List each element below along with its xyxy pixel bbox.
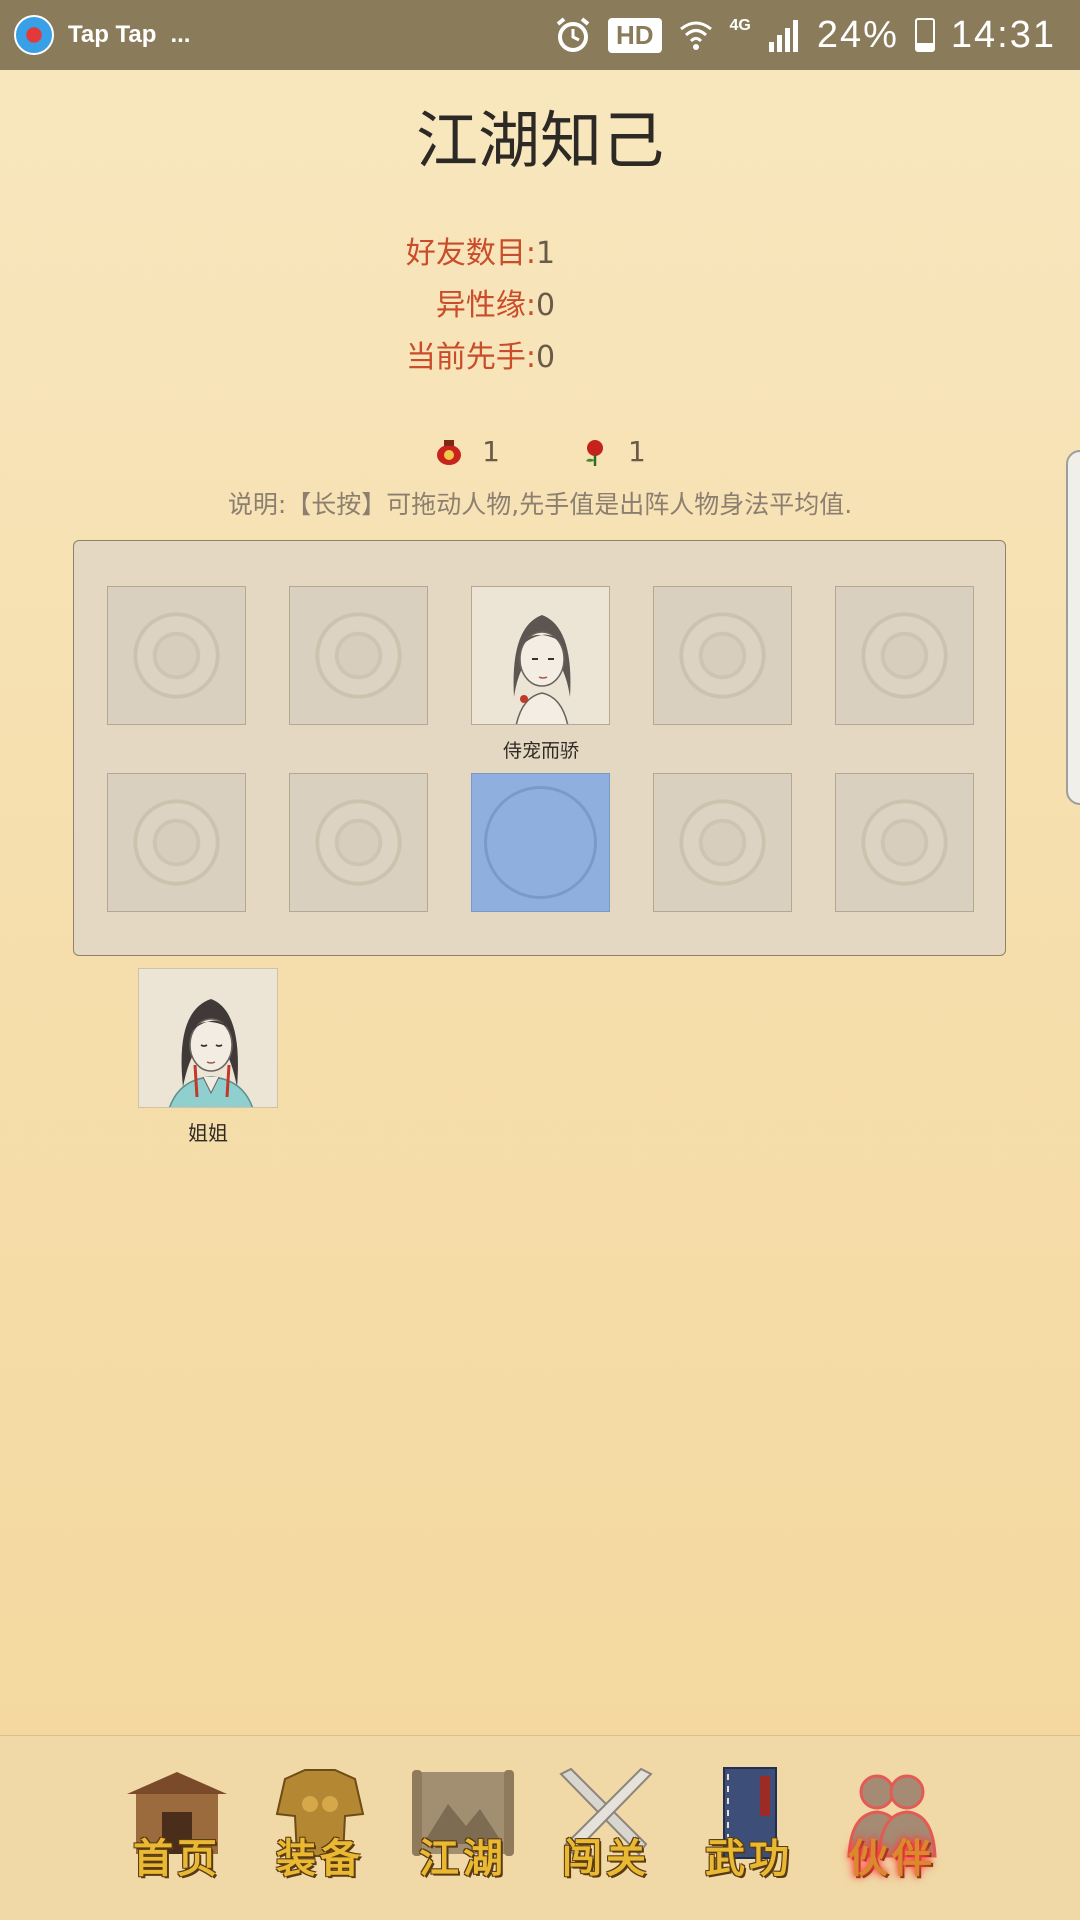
- nav-item-martial-arts[interactable]: 武功: [684, 1764, 814, 1894]
- reserve-character-card[interactable]: [138, 968, 278, 1108]
- side-drawer-handle[interactable]: [1066, 450, 1080, 805]
- status-app-name: Tap Tap: [68, 21, 157, 48]
- character-name: 侍宠而骄: [502, 740, 579, 762]
- nav-item-jianghu[interactable]: 江湖: [398, 1764, 528, 1894]
- stats-panel: 好友数目: 1 异性缘: 0 当前先手: 0: [300, 230, 780, 386]
- nav-label: 伙伴: [848, 1835, 936, 1882]
- formation-slot[interactable]: [107, 586, 246, 725]
- stat-label: 异性缘:: [435, 288, 536, 323]
- status-bar: Tap Tap ... HD 4G 24% 14:31: [0, 0, 1080, 70]
- bottom-nav: 首页 装备 江湖 闯关 武功 伙伴: [0, 1735, 1080, 1920]
- clock: 14:31: [950, 13, 1056, 56]
- nav-label: 首页: [133, 1835, 221, 1882]
- resources-bar: 1 1: [0, 435, 1080, 468]
- instruction-text: 说明:【长按】可拖动人物,先手值是出阵人物身法平均值.: [227, 490, 853, 519]
- signal-icon: [768, 20, 798, 52]
- stat-label: 当前先手:: [405, 340, 536, 375]
- wifi-icon: [679, 21, 712, 50]
- nav-label: 闯关: [562, 1835, 650, 1882]
- formation-slot[interactable]: [289, 773, 428, 912]
- character-portrait: [139, 969, 277, 1107]
- stat-friend-count: 好友数目: 1: [300, 230, 780, 282]
- rose-count: 1: [628, 435, 646, 468]
- formation-panel: 侍宠而骄: [73, 540, 1006, 956]
- hd-badge: HD: [607, 17, 662, 53]
- stat-label: 好友数目:: [405, 236, 536, 271]
- stat-value: 1: [536, 236, 556, 271]
- formation-slot[interactable]: [653, 773, 792, 912]
- character-portrait: [472, 587, 609, 724]
- stat-opposite-sex-affinity: 异性缘: 0: [300, 282, 780, 334]
- rose-resource[interactable]: 1: [580, 435, 646, 468]
- formation-slot[interactable]: [835, 773, 974, 912]
- stat-value: 0: [536, 288, 556, 323]
- nav-label: 装备: [276, 1835, 364, 1882]
- stat-value: 0: [536, 340, 556, 375]
- status-ellipsis: ...: [170, 21, 191, 48]
- formation-slot[interactable]: [107, 773, 246, 912]
- nav-item-equipment[interactable]: 装备: [255, 1764, 385, 1894]
- reserve-character-name: 姐姐: [188, 1121, 228, 1145]
- page-title: 江湖知己: [415, 104, 664, 177]
- nav-label: 江湖: [419, 1835, 507, 1882]
- formation-slot[interactable]: [289, 586, 428, 725]
- rose-icon: [586, 439, 603, 466]
- battery-icon: [914, 18, 935, 52]
- battery-percent: 24%: [816, 13, 899, 56]
- formation-slot-occupied[interactable]: [471, 586, 610, 725]
- wine-jar-resource[interactable]: 1: [434, 435, 500, 468]
- nav-item-partners[interactable]: 伙伴: [827, 1764, 957, 1894]
- nav-item-challenge[interactable]: 闯关: [541, 1764, 671, 1894]
- alarm-icon: [556, 17, 590, 52]
- nav-label: 武功: [705, 1835, 793, 1882]
- wine-jar-icon: [437, 439, 462, 465]
- stat-initiative: 当前先手: 0: [300, 334, 780, 386]
- network-type: 4G: [729, 17, 751, 34]
- nav-item-home[interactable]: 首页: [112, 1764, 242, 1894]
- wine-jar-count: 1: [482, 435, 500, 468]
- formation-slot[interactable]: [653, 586, 792, 725]
- formation-slot-selected[interactable]: [471, 773, 610, 912]
- formation-slot[interactable]: [835, 586, 974, 725]
- taptap-app-icon: [14, 15, 54, 55]
